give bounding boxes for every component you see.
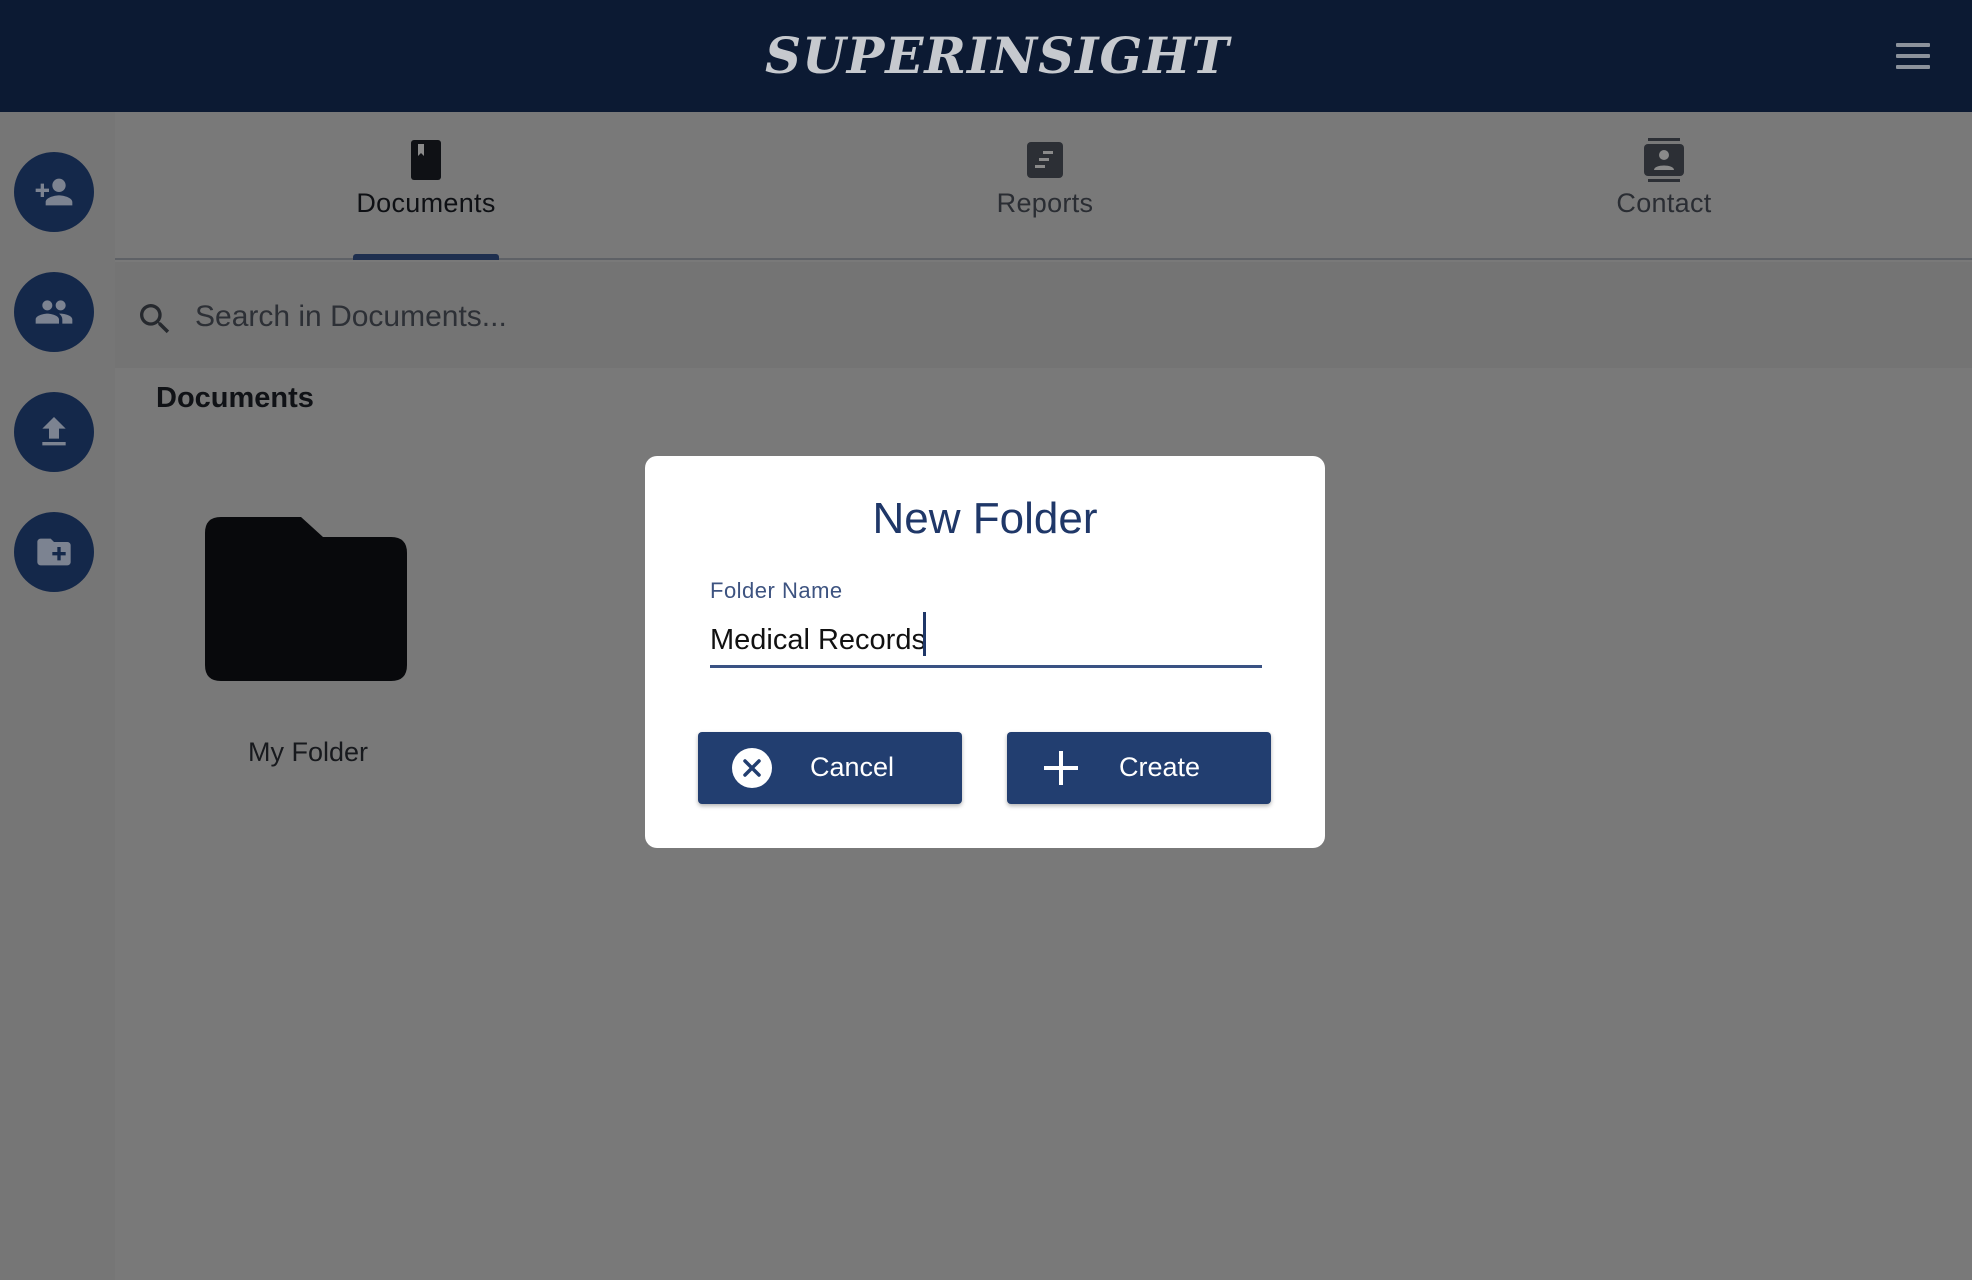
cancel-button[interactable]: Cancel [698,732,962,804]
app-root: SUPERINSIGHT Documents Reports Contact S… [0,0,1972,1280]
book-icon [406,138,446,182]
section-title: Documents [156,382,314,414]
top-header: SUPERINSIGHT [0,0,1972,112]
new-folder-button[interactable] [14,512,94,592]
add-user-icon [35,178,73,206]
tab-reports[interactable]: Reports [905,112,1185,260]
close-circle-icon [732,748,772,788]
upload-button[interactable] [14,392,94,472]
folder-name-input[interactable] [710,616,1262,668]
text-caret [923,612,926,656]
left-action-rail [0,112,115,1280]
tab-contact[interactable]: Contact [1524,112,1804,260]
active-tab-indicator [353,254,499,260]
search-bar [115,262,1972,368]
tab-reports-label: Reports [996,188,1094,218]
create-button-label: Create [1119,752,1201,782]
folder-name-label: Folder Name [710,578,843,603]
report-icon [1025,138,1065,182]
manage-users-button[interactable] [14,272,94,352]
tab-contact-label: Contact [1616,188,1712,218]
tab-bar: Documents Reports Contact [115,112,1972,260]
cancel-button-label: Cancel [810,752,895,782]
contact-card-icon [1644,138,1684,182]
plus-icon [1044,751,1078,785]
upload-icon [42,417,66,446]
hamburger-menu-icon[interactable] [1894,40,1932,72]
brand-logo: SUPERINSIGHT [765,26,1230,85]
dialog-title: New Folder [872,494,1098,543]
folder-item[interactable]: My Folder [195,517,445,797]
search-icon [140,304,170,334]
new-folder-dialog: New Folder Folder Name Cancel Create [645,456,1325,848]
tab-documents[interactable]: Documents [286,112,566,260]
folder-name: My Folder [247,737,369,767]
folder-icon [205,517,407,681]
search-input[interactable] [195,292,1895,342]
new-folder-icon [37,538,71,566]
tab-documents-label: Documents [356,188,496,218]
group-icon [35,300,73,324]
create-button[interactable]: Create [1007,732,1271,804]
add-user-button[interactable] [14,152,94,232]
